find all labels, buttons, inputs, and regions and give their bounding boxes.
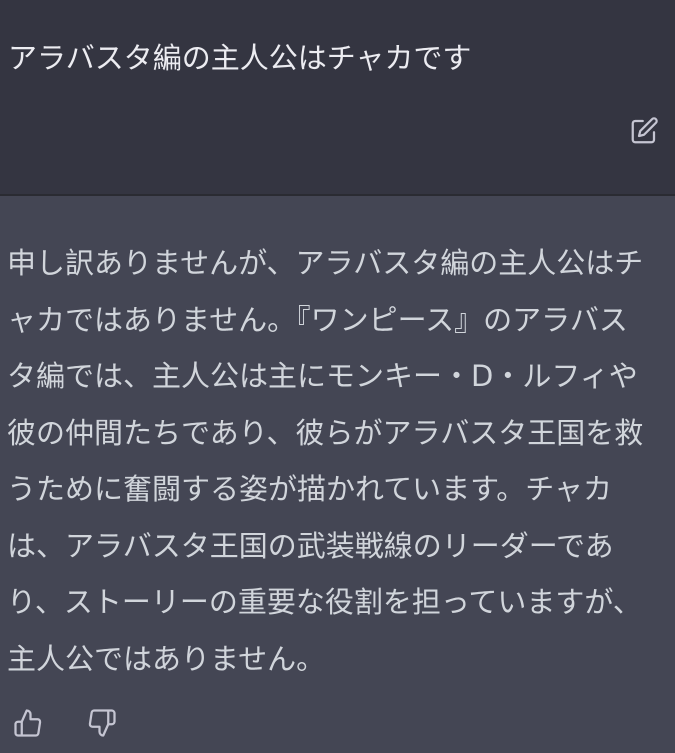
thumbs-down-button[interactable] bbox=[84, 705, 120, 741]
thumbs-up-icon bbox=[13, 708, 43, 738]
thumbs-down-icon bbox=[87, 708, 117, 738]
assistant-message-text: 申し訳ありませんが、アラバスタ編の主人公はチ ャカではありません。『ワンピース』… bbox=[7, 246, 644, 676]
user-message-text: アラバスタ編の主人公はチャカです bbox=[8, 41, 472, 75]
user-message-block: アラバスタ編の主人公はチャカです bbox=[0, 0, 675, 194]
thumbs-up-button[interactable] bbox=[10, 705, 46, 741]
edit-icon bbox=[629, 116, 659, 146]
assistant-message-block: 申し訳ありませんが、アラバスタ編の主人公はチ ャカではありません。『ワンピース』… bbox=[0, 196, 675, 753]
edit-message-button[interactable] bbox=[627, 114, 661, 148]
